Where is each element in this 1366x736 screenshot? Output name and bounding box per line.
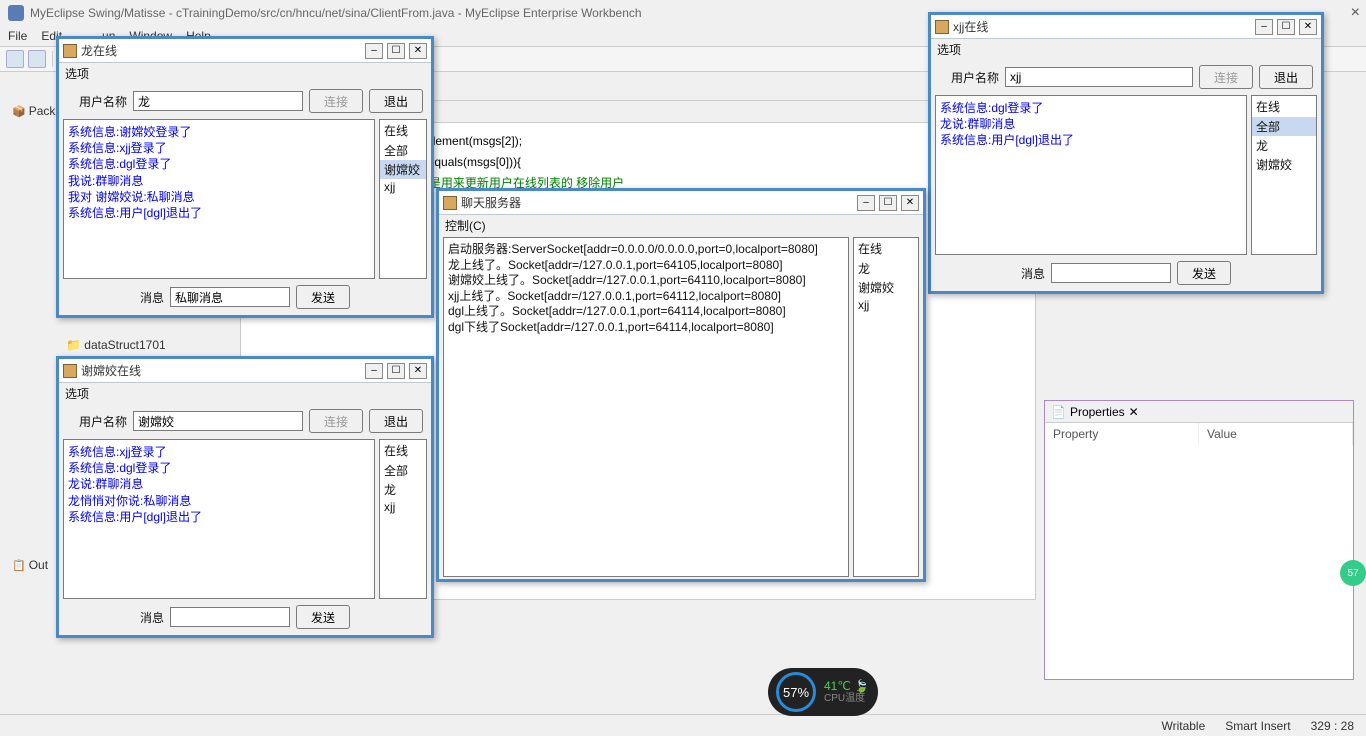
- outline-tab[interactable]: 📋 Out: [12, 558, 48, 572]
- connect-button[interactable]: 连接: [309, 89, 363, 113]
- java-icon: [935, 20, 949, 34]
- toolbar-button[interactable]: [6, 50, 24, 68]
- username-input[interactable]: [133, 91, 303, 111]
- prop-col-value: Value: [1199, 423, 1353, 445]
- client-window-long: 龙在线 – ☐ ✕ 选项 用户名称 连接 退出 系统信息:谢嫦姣登录了系统信息:…: [56, 36, 434, 318]
- minimize-icon[interactable]: –: [1255, 19, 1273, 35]
- minimize-icon[interactable]: –: [365, 363, 383, 379]
- window-title: xjj在线: [953, 18, 1251, 35]
- status-insert: Smart Insert: [1225, 719, 1290, 733]
- status-writable: Writable: [1161, 719, 1205, 733]
- package-explorer-tab[interactable]: 📦 Pack: [12, 104, 55, 118]
- options-menu[interactable]: 选项: [931, 39, 1321, 59]
- control-menu[interactable]: 控制(C): [439, 215, 923, 235]
- maximize-icon[interactable]: ☐: [387, 43, 405, 59]
- username-input[interactable]: [1005, 67, 1193, 87]
- java-icon: [63, 364, 77, 378]
- chat-log: 系统信息:dgl登录了龙说:群聊消息系统信息:用户[dgl]退出了: [935, 95, 1247, 255]
- client-window-xjj: xjj在线 – ☐ ✕ 选项 用户名称 连接 退出 系统信息:dgl登录了龙说:…: [928, 12, 1324, 294]
- toolbar-button[interactable]: [28, 50, 46, 68]
- server-window: 聊天服务器 – ☐ ✕ 控制(C) 启动服务器:ServerSocket[add…: [436, 188, 926, 582]
- exit-button[interactable]: 退出: [369, 89, 423, 113]
- exit-button[interactable]: 退出: [369, 409, 423, 433]
- myeclipse-icon: [8, 5, 24, 21]
- cpu-widget[interactable]: 57% 41℃ 🍃 CPU温度: [768, 668, 878, 716]
- username-input[interactable]: [133, 411, 303, 431]
- send-button[interactable]: 发送: [296, 285, 350, 309]
- close-icon[interactable]: ✕: [409, 363, 427, 379]
- send-button[interactable]: 发送: [296, 605, 350, 629]
- chat-log: 系统信息:xjj登录了系统信息:dgl登录了龙说:群聊消息 龙悄悄对你说:私聊消…: [63, 439, 375, 599]
- minimize-icon[interactable]: –: [365, 43, 383, 59]
- exit-button[interactable]: 退出: [1259, 65, 1313, 89]
- close-icon[interactable]: ✕: [409, 43, 427, 59]
- message-input[interactable]: [1051, 263, 1171, 283]
- cpu-temp: 41℃ 🍃: [824, 679, 869, 693]
- connect-button[interactable]: 连接: [309, 409, 363, 433]
- properties-panel: 📄 Properties ✕ Property Value: [1044, 400, 1354, 680]
- cpu-percent: 57%: [776, 672, 816, 712]
- username-label: 用户名称: [67, 413, 127, 430]
- properties-title: 📄 Properties ✕: [1045, 401, 1353, 423]
- java-icon: [443, 196, 457, 210]
- window-title: 聊天服务器: [461, 194, 853, 211]
- close-icon[interactable]: ×: [1351, 4, 1360, 22]
- maximize-icon[interactable]: ☐: [1277, 19, 1295, 35]
- window-title: MyEclipse Swing/Matisse - cTrainingDemo/…: [30, 6, 642, 20]
- online-list[interactable]: 在线 全部 谢嫦姣 xjj: [379, 119, 427, 279]
- online-list[interactable]: 在线 全部 龙 xjj: [379, 439, 427, 599]
- send-button[interactable]: 发送: [1177, 261, 1231, 285]
- online-list[interactable]: 在线 全部 龙 谢嫦姣: [1251, 95, 1317, 255]
- prop-col-property: Property: [1045, 423, 1199, 445]
- cpu-label: CPU温度: [824, 693, 869, 705]
- connect-button[interactable]: 连接: [1199, 65, 1253, 89]
- online-list[interactable]: 在线 龙 谢嫦姣 xjj: [853, 237, 919, 577]
- status-bar: Writable Smart Insert 329 : 28: [0, 714, 1366, 736]
- window-title: 龙在线: [81, 42, 361, 59]
- close-icon[interactable]: ✕: [1299, 19, 1317, 35]
- maximize-icon[interactable]: ☐: [879, 195, 897, 211]
- message-label: 消息: [1021, 265, 1045, 282]
- username-label: 用户名称: [67, 93, 127, 110]
- message-label: 消息: [140, 609, 164, 626]
- client-window-xie: 谢嫦姣在线 – ☐ ✕ 选项 用户名称 连接 退出 系统信息:xjj登录了系统信…: [56, 356, 434, 638]
- maximize-icon[interactable]: ☐: [387, 363, 405, 379]
- status-cursor: 329 : 28: [1311, 719, 1354, 733]
- server-log: 启动服务器:ServerSocket[addr=0.0.0.0/0.0.0.0,…: [443, 237, 849, 577]
- window-title: 谢嫦姣在线: [81, 362, 361, 379]
- project-node[interactable]: 📁 dataStruct1701: [66, 338, 166, 352]
- side-badge[interactable]: 57: [1340, 560, 1366, 586]
- options-menu[interactable]: 选项: [59, 63, 431, 83]
- message-label: 消息: [140, 289, 164, 306]
- options-menu[interactable]: 选项: [59, 383, 431, 403]
- minimize-icon[interactable]: –: [857, 195, 875, 211]
- username-label: 用户名称: [939, 69, 999, 86]
- message-input[interactable]: [170, 287, 290, 307]
- close-icon[interactable]: ✕: [901, 195, 919, 211]
- message-input[interactable]: [170, 607, 290, 627]
- chat-log: 系统信息:谢嫦姣登录了系统信息:xjj登录了系统信息:dgl登录了 我说:群聊消…: [63, 119, 375, 279]
- java-icon: [63, 44, 77, 58]
- menu-file[interactable]: File: [8, 29, 27, 43]
